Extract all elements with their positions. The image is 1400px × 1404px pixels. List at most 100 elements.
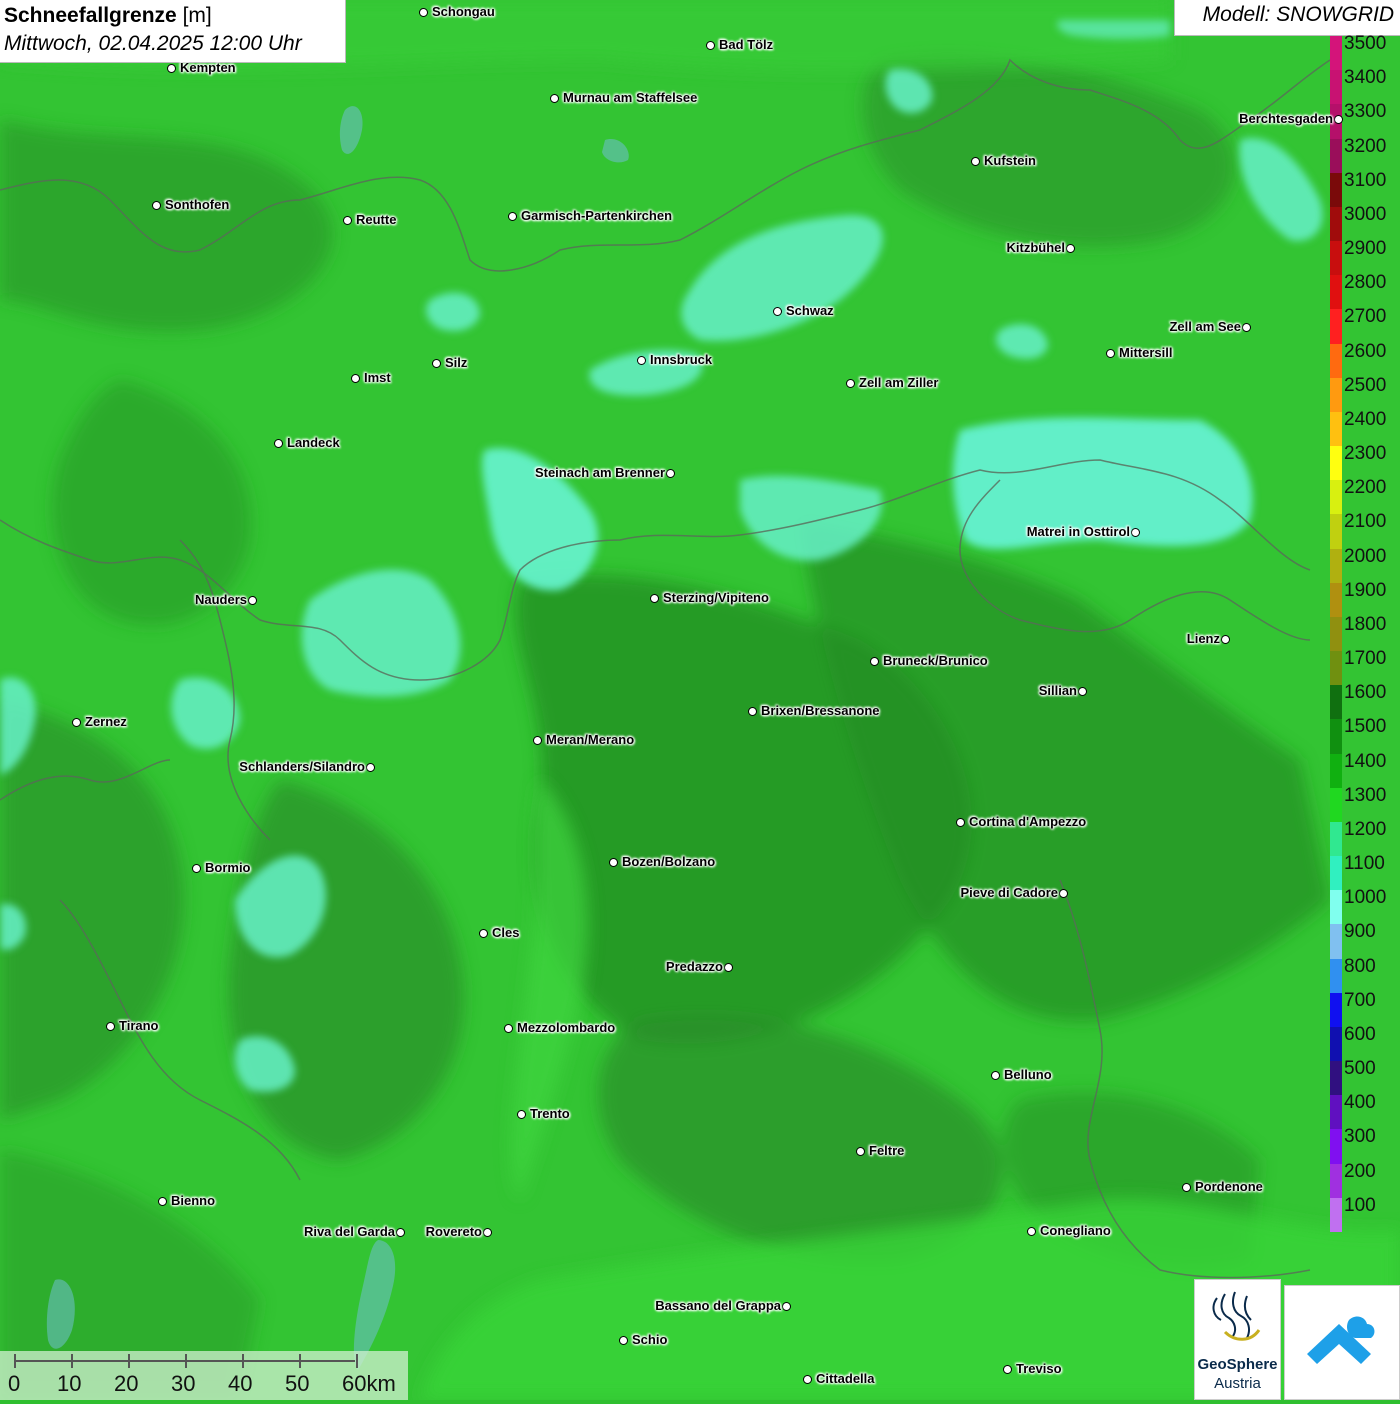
city-marker[interactable] [870, 657, 879, 666]
city-label: Pieve di Cadore [960, 885, 1058, 900]
city-marker[interactable] [619, 1336, 628, 1345]
city-marker[interactable] [1066, 244, 1075, 253]
city-marker[interactable] [508, 212, 517, 221]
city-marker[interactable] [419, 8, 428, 17]
city-marker[interactable] [1059, 889, 1068, 898]
city-marker[interactable] [504, 1024, 513, 1033]
legend-swatch [1330, 651, 1342, 686]
city-marker[interactable] [1106, 349, 1115, 358]
legend-swatch [1330, 685, 1342, 720]
legend-label: 2100 [1344, 511, 1387, 533]
city-label: Bruneck/Brunico [883, 653, 988, 668]
city-marker[interactable] [192, 864, 201, 873]
app-logo[interactable] [1284, 1285, 1400, 1400]
city-marker[interactable] [666, 469, 675, 478]
city-label: Steinach am Brenner [534, 465, 665, 480]
city-marker[interactable] [1334, 115, 1343, 124]
city-marker[interactable] [956, 818, 965, 827]
city-marker[interactable] [158, 1197, 167, 1206]
legend-swatch [1330, 36, 1342, 71]
title-unit: [m] [182, 4, 212, 27]
city-marker[interactable] [856, 1147, 865, 1156]
scale-tick [185, 1354, 187, 1368]
geosphere-logo[interactable]: GeoSphere Austria [1194, 1279, 1281, 1400]
city-marker[interactable] [1078, 687, 1087, 696]
legend-swatch [1330, 958, 1342, 994]
city-marker[interactable] [517, 1110, 526, 1119]
city-label: Schwaz [786, 303, 834, 318]
city-label: Zell am See [1169, 319, 1241, 334]
city-marker[interactable] [366, 763, 375, 772]
city-marker[interactable] [248, 596, 257, 605]
legend-label: 1200 [1344, 818, 1387, 840]
map-datetime: Mittwoch, 02.04.2025 12:00 Uhr [4, 32, 302, 55]
city-marker[interactable] [1003, 1365, 1012, 1374]
city-label: Innsbruck [650, 352, 713, 367]
city-label: Mittersill [1119, 345, 1173, 360]
legend-label: 500 [1344, 1058, 1376, 1080]
city-marker[interactable] [773, 307, 782, 316]
legend-swatch [1330, 1129, 1342, 1165]
city-marker[interactable] [846, 379, 855, 388]
scale-tick [356, 1354, 358, 1368]
legend-label: 1400 [1344, 750, 1387, 772]
legend-label: 2300 [1344, 443, 1387, 465]
city-marker[interactable] [432, 359, 441, 368]
city-label: Schongau [432, 4, 495, 19]
city-marker[interactable] [1242, 323, 1251, 332]
city-marker[interactable] [167, 64, 176, 73]
city-marker[interactable] [106, 1022, 115, 1031]
city-marker[interactable] [782, 1302, 791, 1311]
title-bold: Schneefallgrenze [4, 4, 177, 27]
legend-label: 3100 [1344, 169, 1387, 191]
city-marker[interactable] [748, 707, 757, 716]
city-marker[interactable] [152, 201, 161, 210]
city-marker[interactable] [351, 374, 360, 383]
scale-bar: 0 10 20 30 40 50 60km [0, 1351, 408, 1400]
city-marker[interactable] [1027, 1227, 1036, 1236]
city-marker[interactable] [550, 94, 559, 103]
city-marker[interactable] [991, 1071, 1000, 1080]
city-label: Bassano del Grappa [655, 1298, 781, 1313]
legend-swatch [1330, 856, 1342, 891]
city-marker[interactable] [706, 41, 715, 50]
legend-label: 2400 [1344, 408, 1387, 430]
city-marker[interactable] [1131, 528, 1140, 537]
city-marker[interactable] [479, 929, 488, 938]
city-label: Brixen/Bressanone [761, 703, 880, 718]
legend-swatch [1330, 787, 1342, 823]
legend-label: 800 [1344, 955, 1376, 977]
model-label: Modell: SNOWGRID [1174, 0, 1400, 36]
city-marker[interactable] [396, 1228, 405, 1237]
city-label: Predazzo [665, 959, 723, 974]
city-marker[interactable] [1182, 1183, 1191, 1192]
city-label: Imst [364, 370, 391, 385]
city-marker[interactable] [274, 439, 283, 448]
legend-swatch [1330, 890, 1342, 925]
city-marker[interactable] [724, 963, 733, 972]
scale-tick [242, 1354, 244, 1368]
legend-label: 700 [1344, 989, 1376, 1011]
city-marker[interactable] [637, 356, 646, 365]
city-marker[interactable] [483, 1228, 492, 1237]
scale-label: 50 [285, 1371, 310, 1396]
city-marker[interactable] [803, 1375, 812, 1384]
city-marker[interactable] [72, 718, 81, 727]
legend-label: 3000 [1344, 203, 1387, 225]
city-label: Sonthofen [165, 197, 230, 212]
city-marker[interactable] [650, 594, 659, 603]
city-marker[interactable] [971, 157, 980, 166]
city-marker[interactable] [343, 216, 352, 225]
scale-tick [71, 1354, 73, 1368]
scale-label: 10 [57, 1371, 82, 1396]
city-label: Treviso [1016, 1361, 1062, 1376]
legend-swatch [1330, 377, 1342, 413]
legend-label: 1600 [1344, 682, 1387, 704]
city-marker[interactable] [1221, 635, 1230, 644]
city-label: Kempten [180, 60, 236, 75]
city-label: Murnau am Staffelsee [563, 90, 698, 105]
city-marker[interactable] [609, 858, 618, 867]
legend-swatch [1330, 719, 1342, 755]
map-title: Schneefallgrenze [m] [4, 2, 341, 30]
city-marker[interactable] [533, 736, 542, 745]
